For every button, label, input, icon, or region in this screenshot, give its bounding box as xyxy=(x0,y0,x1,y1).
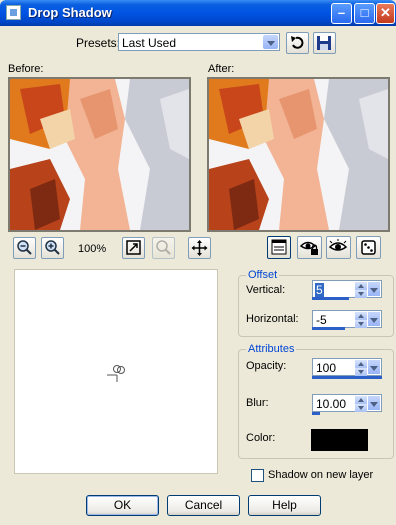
window-title: Drop Shadow xyxy=(28,5,112,20)
cancel-button[interactable]: Cancel xyxy=(167,495,240,516)
save-preset-button[interactable] xyxy=(313,32,336,54)
app-icon xyxy=(6,5,21,20)
zoom-to-fit-button[interactable] xyxy=(122,237,145,259)
vertical-input[interactable]: 5 xyxy=(312,280,382,298)
window-preview-icon xyxy=(271,239,287,255)
zoom-out-button[interactable] xyxy=(13,237,36,259)
horizontal-slider[interactable] xyxy=(312,327,345,330)
presets-value: Last Used xyxy=(122,36,177,50)
help-button[interactable]: Help xyxy=(248,495,321,516)
randomize-button[interactable] xyxy=(356,236,381,259)
spin-down-icon[interactable] xyxy=(355,320,367,328)
shadow-color-swatch[interactable] xyxy=(311,429,368,451)
shadow-new-layer-checkbox[interactable] xyxy=(251,469,264,482)
opacity-value: 100 xyxy=(316,361,337,375)
zoom-in-button[interactable] xyxy=(41,237,64,259)
horizontal-label: Horizontal: xyxy=(246,313,299,325)
maximize-button[interactable]: □ xyxy=(354,3,375,24)
fit-window-icon xyxy=(126,240,141,255)
blur-input[interactable]: 10.00 xyxy=(312,394,382,412)
horizontal-input[interactable]: -5 xyxy=(312,310,382,328)
vertical-label: Vertical: xyxy=(246,284,286,296)
shadow-new-layer-label[interactable]: Shadow on new layer xyxy=(268,469,373,481)
spin-up-icon[interactable] xyxy=(355,312,367,320)
chevron-down-icon[interactable] xyxy=(263,35,278,49)
minimize-button[interactable]: – xyxy=(331,3,352,24)
spin-down-icon[interactable] xyxy=(355,290,367,298)
spin-up-icon[interactable] xyxy=(355,396,367,404)
preview-on-image-button[interactable] xyxy=(326,236,351,259)
vertical-slider[interactable] xyxy=(312,297,349,300)
after-label: After: xyxy=(208,63,235,75)
undo-arrow-icon xyxy=(291,36,304,49)
zoom-level: 100% xyxy=(78,243,107,255)
zoom-actual-button[interactable] xyxy=(152,237,175,259)
after-image xyxy=(209,79,388,230)
zoom-in-icon xyxy=(45,240,60,255)
spin-down-icon[interactable] xyxy=(355,404,367,412)
blur-value: 10.00 xyxy=(316,397,347,411)
offset-group-label: Offset xyxy=(246,269,280,281)
spin-up-icon[interactable] xyxy=(355,282,367,290)
opacity-input[interactable]: 100 xyxy=(312,358,382,376)
auto-proof-button[interactable] xyxy=(297,236,322,259)
presets-label: Presets: xyxy=(76,36,121,50)
before-image xyxy=(10,79,189,230)
proof-toggle-button[interactable] xyxy=(267,236,291,259)
chevron-down-icon[interactable] xyxy=(368,282,380,296)
close-button[interactable]: ✕ xyxy=(376,3,395,24)
before-preview xyxy=(8,77,191,232)
after-preview xyxy=(207,77,390,232)
blur-slider[interactable] xyxy=(312,412,320,415)
reset-button[interactable] xyxy=(286,32,309,54)
spin-up-icon[interactable] xyxy=(355,360,367,368)
eye-icon xyxy=(328,239,348,251)
vertical-value: 5 xyxy=(315,283,324,297)
horizontal-value: -5 xyxy=(316,313,327,327)
before-label: Before: xyxy=(8,63,44,75)
blur-label: Blur: xyxy=(246,397,269,409)
chevron-down-icon[interactable] xyxy=(368,360,380,374)
magnifier-icon xyxy=(156,240,171,255)
opacity-slider[interactable] xyxy=(312,376,382,379)
presets-dropdown[interactable]: Last Used xyxy=(118,33,280,51)
eye-lock-icon xyxy=(299,241,318,255)
attributes-group-label: Attributes xyxy=(246,343,297,355)
save-disk-icon xyxy=(317,36,331,50)
offset-crosshair-icon[interactable] xyxy=(107,364,127,384)
chevron-down-icon[interactable] xyxy=(368,312,380,326)
move-arrows-icon xyxy=(191,240,208,256)
pan-button[interactable] xyxy=(188,237,211,259)
offset-canvas[interactable] xyxy=(14,269,218,474)
opacity-label: Opacity: xyxy=(246,360,287,372)
color-label: Color: xyxy=(246,432,276,444)
zoom-out-icon xyxy=(17,240,32,255)
spin-down-icon[interactable] xyxy=(355,368,367,376)
chevron-down-icon[interactable] xyxy=(368,396,380,410)
dice-icon xyxy=(361,240,376,255)
ok-button[interactable]: OK xyxy=(86,495,159,516)
